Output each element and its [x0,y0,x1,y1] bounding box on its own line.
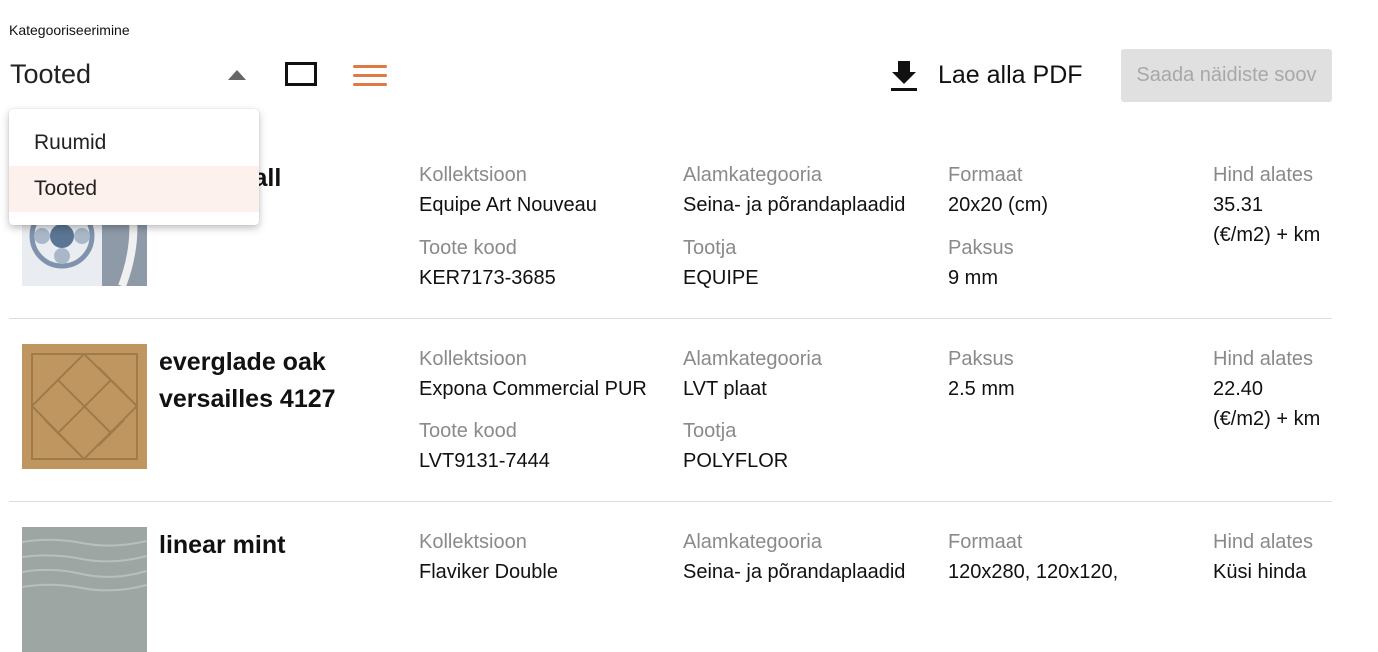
list-view-icon[interactable] [353,62,387,88]
field-value: 20x20 (cm) [948,194,1049,216]
send-sample-request-button[interactable]: Saada näidiste soov [1121,49,1332,102]
dropdown-option-tooted[interactable]: Tooted [9,166,259,212]
field-label: Formaat [948,531,1023,553]
field-label: Kollektsioon [419,531,527,553]
field-value: Expona Commercial PUR [419,378,647,400]
field-label: Kollektsioon [419,348,527,370]
grid-view-icon[interactable] [285,62,317,86]
caret-up-icon[interactable] [228,70,246,80]
field-label: Alamkategooria [683,164,822,186]
categorization-label: Kategooriseerimine [9,22,130,38]
field-value: POLYFLOR [683,450,789,472]
field-value: 2.5 mm [948,378,1015,400]
field-label: Kollektsioon [419,164,527,186]
field-label: Paksus [948,348,1014,370]
field-label: Alamkategooria [683,531,822,553]
product-thumbnail[interactable] [22,344,147,469]
field-label: Tootja [683,237,737,259]
field-label: Toote kood [419,420,517,442]
download-pdf-button[interactable]: Lae alla PDF [938,61,1083,90]
field-label: Toote kood [419,237,517,259]
field-value: LVT9131-7444 [419,450,550,472]
table-row: linear mint Kollektsioon Flaviker Double… [9,501,1332,652]
price-value: 35.31 [1213,194,1264,216]
field-label: Alamkategooria [683,348,822,370]
field-value: Equipe Art Nouveau [419,194,597,216]
product-name[interactable]: everglade oak versailles 4127 [159,344,404,418]
field-label: Hind alates [1213,164,1314,186]
field-label: Hind alates [1213,348,1314,370]
field-value: Flaviker Double [419,561,558,583]
price-value: 22.40 [1213,378,1264,400]
product-name-line: versailles 4127 [159,385,336,413]
field-label: Paksus [948,237,1014,259]
field-value: 9 mm [948,267,998,289]
price-unit: (€/m2) + km [1213,408,1321,430]
field-value: Seina- ja põrandaplaadid [683,561,906,583]
field-label: Hind alates [1213,531,1314,553]
price-value: Küsi hinda [1213,561,1307,583]
category-select[interactable]: Tooted [10,59,91,90]
product-name-line: everglade oak [159,348,326,376]
field-value: Seina- ja põrandaplaadid [683,194,906,216]
category-dropdown-menu: Ruumid Tooted [9,109,259,225]
field-value: LVT plaat [683,378,767,400]
field-value: KER7173-3685 [419,267,556,289]
field-value: 120x280, 120x120, [948,561,1119,583]
field-label: Formaat [948,164,1023,186]
field-label: Tootja [683,420,737,442]
product-thumbnail[interactable] [22,527,147,652]
table-row: everglade oak versailles 4127 Kollektsio… [9,318,1332,502]
dropdown-option-ruumid[interactable]: Ruumid [9,120,259,166]
price-unit: (€/m2) + km [1213,224,1321,246]
product-name[interactable]: linear mint [159,527,404,564]
download-icon[interactable] [889,59,919,93]
field-value: EQUIPE [683,267,759,289]
